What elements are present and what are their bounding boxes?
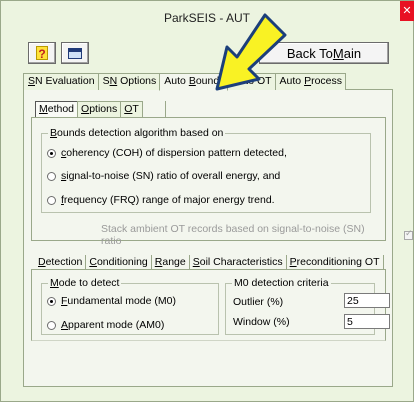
tab-sn-evaluation[interactable]: SN Evaluation — [23, 73, 99, 90]
radio-coherency[interactable]: c oherency (COH) of dispersion pattern de… — [47, 147, 287, 159]
tab-text: S — [102, 75, 110, 87]
tab-mnemonic: S — [28, 75, 36, 87]
stack-ambient-label: Stack ambient OT records based on signal… — [101, 223, 365, 247]
tab-sn-options[interactable]: SN Options — [97, 73, 161, 90]
tab-mnemonic: M — [39, 103, 48, 115]
label-text: ounds detection algorithm based on — [57, 127, 224, 139]
tab-text: Auto — [164, 75, 189, 87]
window-field[interactable]: 5 — [344, 314, 390, 329]
tab-conditioning[interactable]: Conditioning — [86, 255, 152, 270]
tab-text: onditioning — [96, 256, 148, 268]
label-text: ode to detect — [58, 277, 120, 289]
tab-ot[interactable]: OT — [120, 101, 143, 117]
option-text: ignal-to-noise (SN) ratio of overall ene… — [66, 170, 281, 182]
m0-criteria-label: M0 detection criteria — [232, 277, 331, 289]
help-button[interactable]: ? — [28, 42, 56, 64]
radio-apparent-mode[interactable]: Apparent mode (AM0) — [47, 319, 164, 331]
bounds-algorithm-label: Bounds detection algorithm based on — [48, 127, 226, 139]
tab-range[interactable]: Range — [152, 255, 190, 270]
label-mnemonic: M — [50, 277, 59, 289]
sub-tabs: Method Options OT — [35, 101, 166, 117]
tab-text: ange — [162, 256, 186, 268]
tile-windows-button[interactable] — [61, 42, 89, 64]
tab-text: ethod — [47, 103, 75, 115]
radio-icon — [47, 195, 56, 205]
tab-mnemonic: B — [188, 75, 196, 87]
back-label-mnemonic: M — [332, 45, 344, 61]
option-text: oherency (COH) of dispersion pattern det… — [66, 147, 287, 159]
lower-tabs: Detection Conditioning Range Soil Charac… — [35, 255, 384, 270]
tab-text: N Evaluation — [35, 75, 95, 87]
option-mnemonic: A — [61, 319, 69, 331]
tab-detection[interactable]: Detection — [35, 255, 87, 270]
back-label-prefix: Back To — [286, 45, 333, 61]
mode-label: Mode to detect — [48, 277, 122, 289]
radio-icon — [47, 171, 56, 181]
option-text: requency (FRQ) range of major energy tre… — [63, 194, 275, 206]
tab-options[interactable]: Options — [77, 101, 122, 117]
tab-text: oil Characteristics — [199, 256, 283, 268]
tab-strip-fill — [142, 101, 166, 117]
window-icon — [68, 47, 82, 59]
tab-preconditioning-ot[interactable]: Preconditioning OT — [287, 255, 384, 270]
option-text: undamental mode (M0) — [67, 295, 176, 307]
option-text: pparent mode (AM0) — [68, 319, 165, 331]
help-icon: ? — [36, 46, 48, 61]
stack-ambient-checkbox[interactable] — [404, 228, 413, 240]
tab-text: ptions — [89, 103, 118, 115]
tab-mnemonic: D — [38, 256, 46, 268]
stack-ambient-row: Stack ambient OT records based on signal… — [101, 223, 413, 247]
tab-method[interactable]: Method — [35, 101, 79, 117]
tab-text: Options — [117, 75, 157, 87]
outlier-field[interactable]: 25 — [344, 293, 390, 308]
close-window-button[interactable]: ✕ — [400, 1, 414, 21]
window-label: Window (%) — [233, 316, 290, 328]
tab-text: rocess — [311, 75, 343, 87]
main-tabs: SN Evaluation SN Options Auto Bounds Aut… — [23, 73, 347, 91]
outlier-label: Outlier (%) — [233, 296, 284, 308]
app-window: ParkSEIS - AUT ✕ ? Back To Main SN Evalu… — [0, 0, 414, 402]
tab-soil-characteristics[interactable]: Soil Characteristics — [190, 255, 287, 270]
radio-selected-icon — [47, 296, 56, 306]
yellow-arrow-annotation — [215, 13, 287, 91]
tab-mnemonic: P — [289, 256, 297, 268]
tab-mnemonic: C — [89, 256, 97, 268]
tab-mnemonic: S — [192, 256, 200, 268]
radio-signal-to-noise[interactable]: s ignal-to-noise (SN) ratio of overall en… — [47, 170, 280, 182]
radio-icon — [47, 320, 56, 330]
radio-frequency[interactable]: f requency (FRQ) range of major energy tr… — [47, 194, 275, 206]
back-label-suffix: ain — [343, 45, 362, 61]
tab-text: T — [132, 103, 139, 115]
label-mnemonic: B — [50, 127, 58, 139]
tab-mnemonic: O — [81, 103, 90, 115]
radio-fundamental-mode[interactable]: Fundamental mode (M0) — [47, 295, 176, 307]
tab-text: etection — [45, 256, 83, 268]
radio-selected-icon — [47, 148, 56, 158]
tab-text: reconditioning OT — [296, 256, 380, 268]
